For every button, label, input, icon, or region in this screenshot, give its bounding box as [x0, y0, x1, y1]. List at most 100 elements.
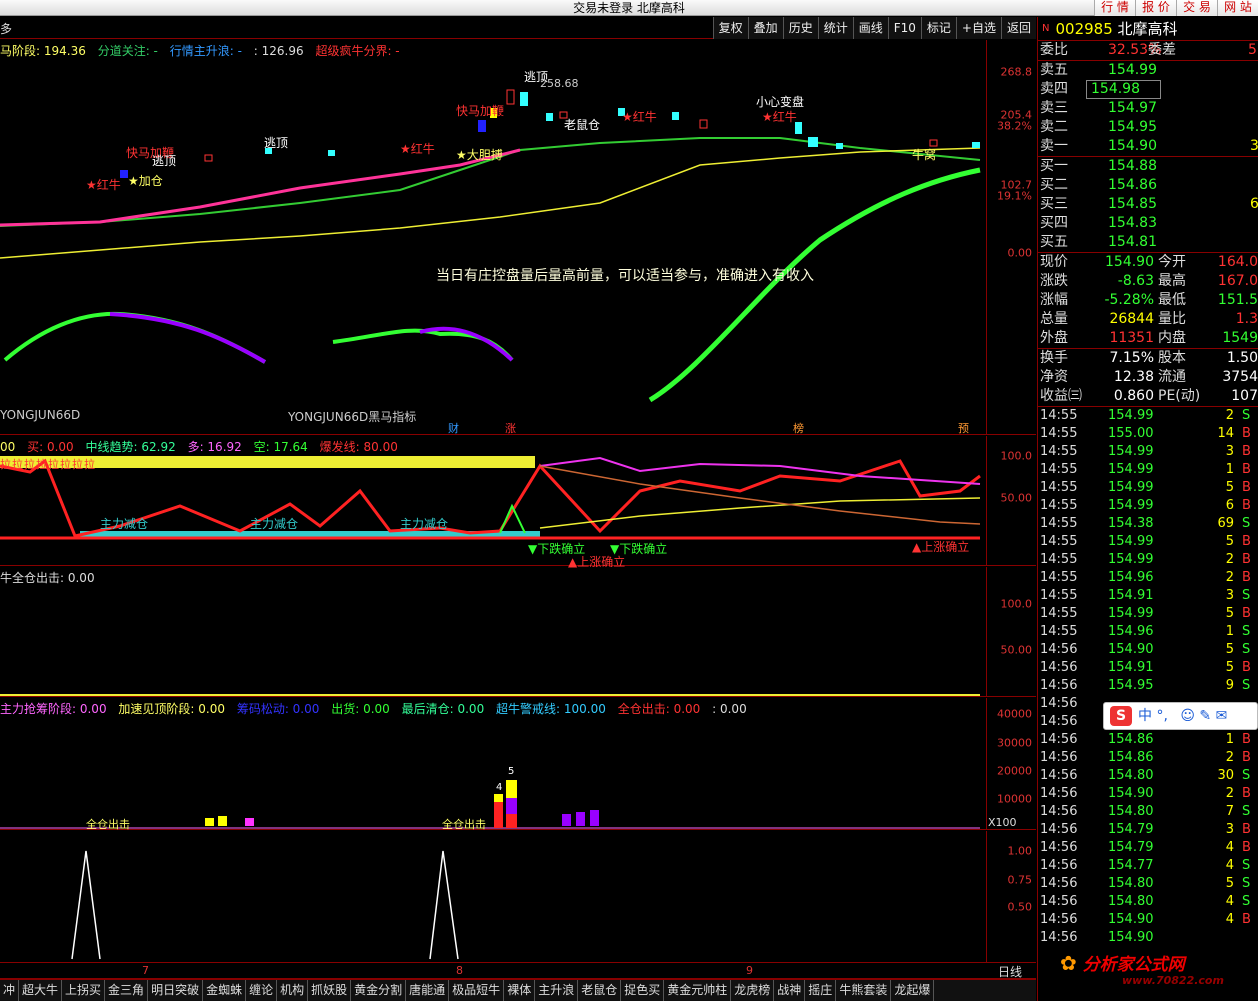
- indicator-tab[interactable]: 龙起爆: [891, 980, 935, 1001]
- order-book-row: 买四 154.83: [1040, 215, 1157, 231]
- stat-row: 净资 12.38 流通 3754: [1040, 369, 1258, 385]
- tick-row: 14:55 154.99 5 B: [1040, 534, 1251, 549]
- stock-name: 北摩高科: [1117, 20, 1178, 38]
- f10-button[interactable]: F10: [887, 17, 921, 39]
- stat-row: 换手 7.15% 股本 1.50: [1040, 350, 1258, 366]
- indicator-tab[interactable]: 黄金元帅柱: [664, 980, 732, 1001]
- main-legend: 马阶段: 194.36 分道关注: - 行情主升浪: - : 126.96 超级…: [0, 42, 408, 59]
- indicator-name-2: YONGJUN66D黑马指标: [288, 410, 417, 424]
- tick-row: 14:56 154.90 2 B: [1040, 786, 1251, 801]
- mark-button[interactable]: 标记: [920, 17, 956, 39]
- day-line-tab[interactable]: 日线: [998, 963, 1022, 980]
- history-button[interactable]: 历史: [782, 17, 818, 39]
- indicator-tab[interactable]: 唐能通: [406, 980, 450, 1001]
- overlay-button[interactable]: 叠加: [747, 17, 783, 39]
- indicator-tab[interactable]: 老鼠仓: [578, 980, 622, 1001]
- restore-rights-button[interactable]: 复权: [712, 17, 748, 39]
- flower-icon: ✿: [1060, 951, 1077, 975]
- legend-value: : 126.96: [253, 44, 304, 58]
- stat-row: 外盘 11351 内盘 1549: [1040, 330, 1258, 346]
- signal-label: ★加仓: [128, 174, 163, 188]
- quote-button[interactable]: 行 情: [1094, 0, 1135, 16]
- draw-line-button[interactable]: 画线: [852, 17, 888, 39]
- tick-row: 14:56 154.80 4 S: [1040, 894, 1251, 909]
- indicator-tab[interactable]: 缠论: [246, 980, 278, 1001]
- indicator-tab[interactable]: 裸体: [504, 980, 536, 1001]
- tick-row: 14:56 154.95 9 S: [1040, 678, 1251, 693]
- date-axis: 7 8 9 日线: [0, 963, 1036, 979]
- ime-mode[interactable]: 中 °,: [1138, 708, 1168, 724]
- indicator-tab[interactable]: 战神: [774, 980, 806, 1001]
- order-book-row: 买五 154.81: [1040, 234, 1157, 250]
- badge[interactable]: 涨: [505, 420, 516, 436]
- signal-label: ★大胆搏: [456, 148, 503, 162]
- toolbar-left-label[interactable]: 多: [0, 20, 12, 37]
- smile-icon[interactable]: ☺ ✎ ✉: [1180, 708, 1227, 724]
- indicator-tab[interactable]: 抓妖股: [308, 980, 352, 1001]
- main-kline-panel[interactable]: 马阶段: 194.36 分道关注: - 行情主升浪: - : 126.96 超级…: [0, 40, 1036, 435]
- order-book-row: 卖五 154.99: [1040, 62, 1157, 78]
- tick-row: 14:56 154.80 5 S: [1040, 876, 1251, 891]
- input-method-bar[interactable]: S 中 °, ☺ ✎ ✉: [1103, 702, 1258, 730]
- volume-stage-panel[interactable]: 主力抢筹阶段: 0.00 加速见顶阶段: 0.00 筹码松动: 0.00 出货:…: [0, 698, 1036, 831]
- indicator-tab[interactable]: 捉色买: [621, 980, 665, 1001]
- trend-legend: 00 买: 0.00 中线趋势: 62.92 多: 16.92 空: 17.64…: [0, 440, 398, 454]
- badge[interactable]: 榜: [793, 420, 804, 436]
- trend-chart-svg: [0, 456, 981, 540]
- high-price-label: 258.68: [540, 77, 579, 90]
- full-position-panel[interactable]: 牛全仓出击: 0.00 100.0 50.00: [0, 567, 1036, 697]
- trade-button[interactable]: 交 易: [1176, 0, 1217, 16]
- indicator-tab[interactable]: 龙虎榜: [731, 980, 775, 1001]
- tick-row: 14:56 154.79 4 B: [1040, 840, 1251, 855]
- indicator-tab[interactable]: 超大牛: [19, 980, 63, 1001]
- signal-label: ★红牛: [400, 142, 435, 156]
- indicator-tab[interactable]: 金蜘蛛: [203, 980, 247, 1001]
- indicator-tab[interactable]: 摇庄: [805, 980, 837, 1001]
- tick-row: 14:55 155.00 14 B: [1040, 426, 1251, 441]
- website-button[interactable]: 网 站: [1217, 0, 1258, 16]
- trend-indicator-panel[interactable]: 00 买: 0.00 中线趋势: 62.92 多: 16.92 空: 17.64…: [0, 436, 1036, 569]
- order-book-row: 买一 154.88: [1040, 158, 1157, 174]
- tick-row: 14:55 154.96 1 S: [1040, 624, 1251, 639]
- tick-row: 14:55 154.96 2 B: [1040, 570, 1251, 585]
- tick-row: 14:55 154.99 3 B: [1040, 444, 1251, 459]
- tick-row: 14:55 154.99 2 S: [1040, 408, 1251, 423]
- add-watchlist-button[interactable]: +自选: [955, 17, 1001, 39]
- tick-row: 14:55 154.99 6 B: [1040, 498, 1251, 513]
- tick-row: 14:56 154.90 4 B: [1040, 912, 1251, 927]
- order-book-row: 卖四 154.98: [1038, 80, 1258, 99]
- tick-row: 14:56 154.80 30 S: [1040, 768, 1251, 783]
- indicator-tab[interactable]: 机构: [277, 980, 309, 1001]
- indicator-tab[interactable]: 冲: [0, 980, 20, 1001]
- quote-panel: N 002985 北摩高科 委比 32.53% 委差 5 卖五 154.99 卖四 154.…: [1037, 17, 1258, 1001]
- order-book-row: 卖二 154.95: [1040, 119, 1157, 135]
- indicator-tab[interactable]: 极品短牛: [449, 980, 505, 1001]
- stat-row: 涨幅 -5.28% 最低 151.5: [1040, 292, 1258, 308]
- tick-row: 14:55 154.99 5 B: [1040, 480, 1251, 495]
- badge[interactable]: 预: [958, 420, 969, 436]
- indicator-tab[interactable]: 黄金分割: [351, 980, 407, 1001]
- signal-label: 逃顶: [264, 136, 289, 150]
- signal-label: ★红牛: [622, 110, 657, 124]
- legend-wave: 行情主升浪: -: [169, 44, 242, 58]
- badge[interactable]: 财: [448, 420, 459, 436]
- tick-row: 14:56 154.90 5 S: [1040, 642, 1251, 657]
- window-title: 交易未登录 北摩高科: [573, 1, 685, 15]
- indicator-tab[interactable]: 金三角: [105, 980, 149, 1001]
- signal-label: ★红牛: [762, 110, 797, 124]
- statistics-button[interactable]: 统计: [817, 17, 853, 39]
- indicator-tab[interactable]: 牛熊套装: [836, 980, 892, 1001]
- legend-bull: 超级疯牛分界: -: [315, 44, 400, 58]
- back-button[interactable]: 返回: [1000, 17, 1036, 39]
- indicator-tab[interactable]: 上拐买: [62, 980, 106, 1001]
- tick-row: 14:55 154.99 5 B: [1040, 606, 1251, 621]
- tick-row: 14:56 154.90: [1040, 930, 1154, 945]
- signal-label: 逃顶: [152, 154, 177, 168]
- legend-stage: 马阶段: 194.36: [0, 44, 86, 58]
- tick-row: 14:56 154.86 1 B: [1040, 732, 1251, 747]
- indicator-tab[interactable]: 明日突破: [148, 980, 204, 1001]
- signal-spike-panel[interactable]: 1.00 0.75 0.50: [0, 831, 1036, 963]
- price-button[interactable]: 报 价: [1135, 0, 1176, 16]
- order-book-row: 买二 154.86: [1040, 177, 1157, 193]
- indicator-tab[interactable]: 主升浪: [535, 980, 579, 1001]
